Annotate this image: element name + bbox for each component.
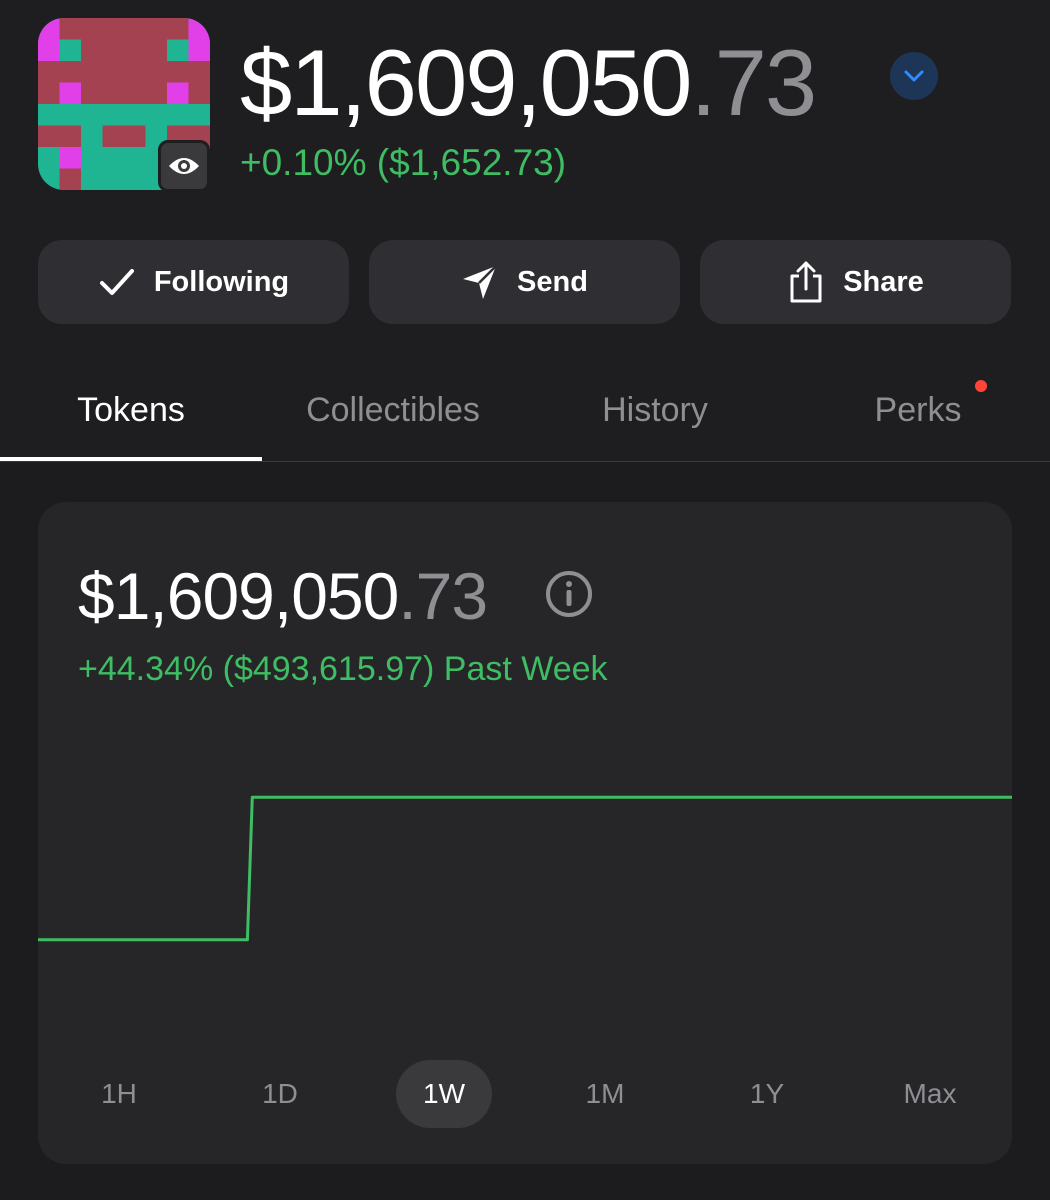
range-1w[interactable]: 1W: [396, 1060, 492, 1128]
tab-bar: Tokens Collectibles History Perks: [0, 360, 1050, 462]
range-1m[interactable]: 1M: [557, 1060, 653, 1128]
share-button[interactable]: Share: [700, 240, 1011, 324]
info-icon[interactable]: [544, 569, 594, 624]
balance-main: $1,609,050: [240, 30, 692, 135]
share-label: Share: [843, 265, 924, 298]
following-button[interactable]: Following: [38, 240, 349, 324]
balance-cents: .73: [690, 30, 817, 135]
chart-line-series: [38, 795, 1012, 942]
daily-change: +0.10% ($1,652.73): [240, 142, 567, 183]
card-balance: $1,609,050.73: [78, 558, 488, 634]
tab-collectibles[interactable]: Collectibles: [262, 360, 524, 460]
range-1h[interactable]: 1H: [71, 1060, 167, 1128]
tab-history[interactable]: History: [524, 360, 786, 460]
range-1d[interactable]: 1D: [232, 1060, 328, 1128]
wallet-header: $1,609,050.73 +0.10% ($1,652.73) Followi…: [0, 0, 1050, 462]
range-max[interactable]: Max: [882, 1060, 978, 1128]
share-icon: [790, 261, 822, 303]
send-label: Send: [517, 265, 588, 298]
following-label: Following: [153, 265, 290, 298]
tab-tokens[interactable]: Tokens: [0, 360, 262, 460]
chevron-down-icon[interactable]: [890, 52, 938, 100]
checkmark-icon: [99, 269, 134, 295]
send-button[interactable]: Send: [369, 240, 680, 324]
card-balance-main: $1,609,050: [78, 559, 399, 633]
notification-dot: [975, 380, 987, 392]
portfolio-card: $1,609,050.73 +44.34% ($493,615.97) Past…: [38, 502, 1012, 1164]
tab-divider: [0, 461, 1050, 462]
wallet-balance: $1,609,050.73: [240, 28, 817, 138]
portfolio-chart[interactable]: [38, 742, 1012, 1002]
range-1y[interactable]: 1Y: [719, 1060, 815, 1128]
card-balance-cents: .73: [398, 559, 488, 633]
tab-perks[interactable]: Perks: [787, 360, 1049, 460]
send-icon: [463, 265, 497, 299]
eye-icon[interactable]: [158, 140, 210, 192]
time-range-selector: 1H 1D 1W 1M 1Y Max: [38, 1060, 1012, 1128]
weekly-change: +44.34% ($493,615.97) Past Week: [78, 650, 608, 688]
